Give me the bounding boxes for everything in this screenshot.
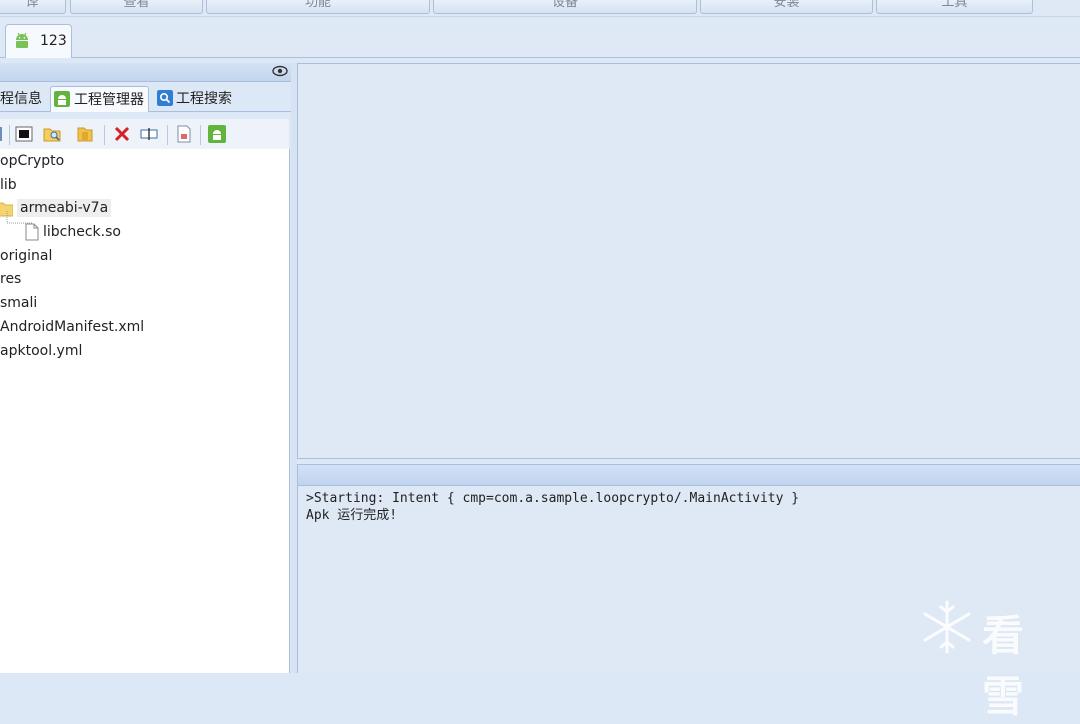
tree-node-res[interactable]: res — [0, 270, 21, 288]
project-tree: opCrypto lib armeabi-v7a libcheck.so ori… — [0, 149, 290, 673]
menu-item-view[interactable]: 查看 — [70, 0, 203, 14]
project-tab[interactable]: 123 — [5, 24, 72, 58]
tree-node-apktool-yml[interactable]: apktool.yml — [0, 342, 82, 360]
menu-item-install[interactable]: 安装 — [700, 0, 873, 14]
project-toolbar — [0, 119, 289, 150]
menu-item-device[interactable]: 设备 — [433, 0, 697, 14]
menu-item-functions[interactable]: 功能 — [206, 0, 430, 14]
toolbar-separator — [104, 125, 105, 145]
folder-icon[interactable] — [76, 125, 94, 143]
panel-subtabs: 程信息 工程管理器 工程搜索 — [0, 83, 291, 112]
watermark-text: 看雪 — [982, 611, 1027, 721]
tree-node-original[interactable]: original — [0, 247, 52, 265]
menu-item-tools[interactable]: 工具 — [876, 0, 1033, 14]
menu-bar: 译 查看 功能 设备 安装 工具 — [0, 0, 1080, 17]
toolbar-separator — [9, 125, 10, 145]
log-line: Apk 运行完成! — [306, 508, 398, 523]
toolbar-separator — [200, 125, 201, 145]
tree-node-smali[interactable]: smali — [0, 294, 37, 312]
menu-item-build[interactable]: 译 — [0, 0, 66, 14]
refresh-icon[interactable] — [0, 125, 4, 143]
watermark: 看雪 — [920, 598, 1024, 721]
open-folder-search-icon[interactable] — [43, 125, 61, 143]
delete-icon[interactable] — [113, 125, 131, 143]
document-icon[interactable] — [175, 125, 193, 143]
log-header — [297, 464, 1080, 486]
panel-title-bar — [0, 63, 291, 82]
terminal-icon[interactable] — [15, 125, 33, 143]
tab-project-info[interactable]: 程信息 — [0, 86, 46, 112]
file-icon — [25, 223, 39, 241]
project-panel: 程信息 工程管理器 工程搜索 opCrypto lib armeabi-v7a … — [0, 63, 291, 673]
tree-node-libcheck-so[interactable]: libcheck.so — [43, 223, 121, 241]
tree-node-androidmanifest[interactable]: AndroidManifest.xml — [0, 318, 144, 336]
android-icon — [16, 32, 28, 48]
rename-icon[interactable] — [140, 125, 158, 143]
tree-node-lib[interactable]: lib — [0, 176, 17, 194]
tab-project-manager[interactable]: 工程管理器 — [50, 86, 149, 112]
search-icon — [157, 90, 173, 106]
project-tab-bar — [0, 17, 1080, 58]
editor-area — [297, 63, 1080, 459]
android-icon[interactable] — [208, 125, 226, 143]
android-icon — [54, 91, 70, 107]
project-tab-label: 123 — [40, 33, 67, 49]
eye-icon[interactable] — [272, 65, 288, 77]
snowflake-icon — [923, 600, 971, 654]
toolbar-separator — [167, 125, 168, 145]
tree-node-root[interactable]: opCrypto — [0, 152, 64, 170]
tab-project-search[interactable]: 工程搜索 — [154, 86, 244, 112]
log-line: >Starting: Intent { cmp=com.a.sample.loo… — [306, 491, 800, 506]
